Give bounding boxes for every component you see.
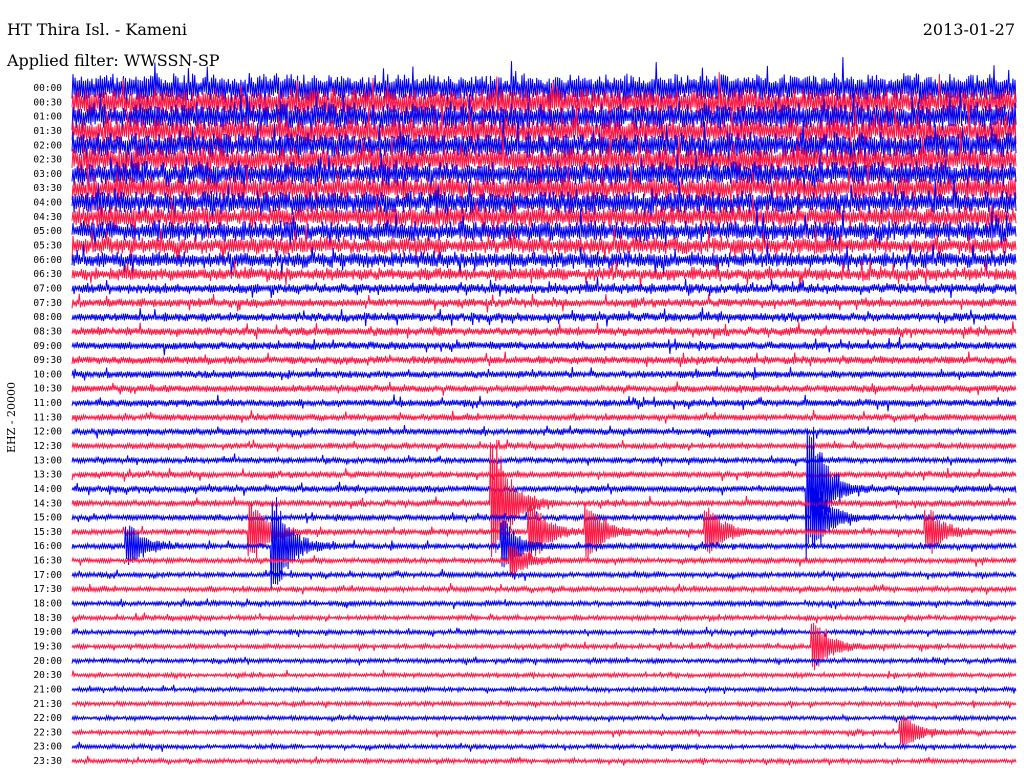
trace-1700 — [71, 568, 1017, 581]
time-label-1600: 16:00 — [33, 541, 62, 552]
time-label-0400: 04:00 — [33, 198, 62, 209]
time-label-0330: 03:30 — [33, 183, 62, 194]
trace-1830 — [71, 612, 1017, 624]
trace-2200 — [71, 713, 1017, 723]
time-label-1900: 19:00 — [33, 627, 62, 638]
time-label-0600: 06:00 — [33, 255, 62, 266]
trace-1130 — [71, 409, 1017, 424]
time-label-0200: 02:00 — [33, 140, 62, 151]
time-label-0500: 05:00 — [33, 226, 62, 237]
time-label-1800: 18:00 — [33, 599, 62, 610]
time-label-1530: 15:30 — [33, 527, 62, 538]
time-label-2330: 23:30 — [33, 756, 62, 767]
trace-0830 — [71, 321, 1017, 340]
time-label-1830: 18:30 — [33, 613, 62, 624]
time-label-2200: 22:00 — [33, 713, 62, 724]
time-label-2300: 23:00 — [33, 742, 62, 753]
trace-2000 — [71, 656, 1017, 666]
trace-2100 — [71, 684, 1017, 695]
time-label-1630: 16:30 — [33, 556, 62, 567]
time-label-1500: 15:00 — [33, 513, 62, 524]
trace-1330 — [71, 468, 1017, 482]
trace-1030 — [71, 381, 1017, 396]
time-label-1200: 12:00 — [33, 427, 62, 438]
trace-1800 — [71, 598, 1017, 610]
trace-1100 — [71, 394, 1017, 412]
trace-2300 — [71, 741, 1017, 752]
time-label-2030: 20:30 — [33, 670, 62, 681]
time-label-1000: 10:00 — [33, 369, 62, 380]
trace-1900 — [71, 626, 1017, 638]
trace-1300 — [71, 453, 1017, 467]
trace-1200 — [71, 424, 1017, 439]
time-label-2130: 21:30 — [33, 699, 62, 710]
trace-2230 — [71, 715, 1017, 749]
time-label-1930: 19:30 — [33, 641, 62, 652]
trace-2030 — [71, 669, 1017, 681]
time-label-1100: 11:00 — [33, 398, 62, 409]
time-label-0930: 09:30 — [33, 355, 62, 366]
trace-1730 — [71, 583, 1017, 595]
time-label-2230: 22:30 — [33, 727, 62, 738]
seismogram-chart: 00:00 00:30 01:00 01:30 02:00 02:30 03:00 03:30… — [33, 57, 1017, 767]
time-label-1300: 13:00 — [33, 455, 62, 466]
trace-1230 — [71, 439, 1017, 452]
time-label-0530: 05:30 — [33, 241, 62, 252]
time-label-0800: 08:00 — [33, 312, 62, 323]
time-label-1230: 12:30 — [33, 441, 62, 452]
time-label-1430: 14:30 — [33, 498, 62, 509]
time-label-0230: 02:30 — [33, 155, 62, 166]
time-label-1730: 17:30 — [33, 584, 62, 595]
time-label-0900: 09:00 — [33, 341, 62, 352]
time-tick-labels: 00:00 00:30 01:00 01:30 02:00 02:30 03:00 03:30… — [33, 83, 62, 767]
time-label-0830: 08:30 — [33, 326, 62, 337]
time-label-1330: 13:30 — [33, 470, 62, 481]
time-label-1400: 14:00 — [33, 484, 62, 495]
trace-0800 — [71, 307, 1017, 327]
time-label-1130: 11:30 — [33, 412, 62, 423]
time-label-0700: 07:00 — [33, 283, 62, 294]
trace-1000 — [71, 366, 1017, 381]
time-label-1700: 17:00 — [33, 570, 62, 581]
time-label-0000: 00:00 — [33, 83, 62, 94]
time-label-0300: 03:00 — [33, 169, 62, 180]
trace-2330 — [71, 755, 1017, 767]
trace-2130 — [71, 699, 1017, 709]
time-label-0430: 04:30 — [33, 212, 62, 223]
time-label-2000: 20:00 — [33, 656, 62, 667]
time-label-0630: 06:30 — [33, 269, 62, 280]
trace-0900 — [71, 336, 1017, 356]
time-label-0730: 07:30 — [33, 298, 62, 309]
time-label-2100: 21:00 — [33, 684, 62, 695]
trace-0730 — [71, 293, 1017, 313]
seismogram-traces — [71, 57, 1017, 767]
time-label-0100: 01:00 — [33, 112, 62, 123]
trace-1530 — [71, 501, 1017, 562]
time-label-1030: 10:30 — [33, 384, 62, 395]
time-label-0030: 00:30 — [33, 97, 62, 108]
trace-0930 — [71, 351, 1017, 368]
time-label-0130: 01:30 — [33, 126, 62, 137]
